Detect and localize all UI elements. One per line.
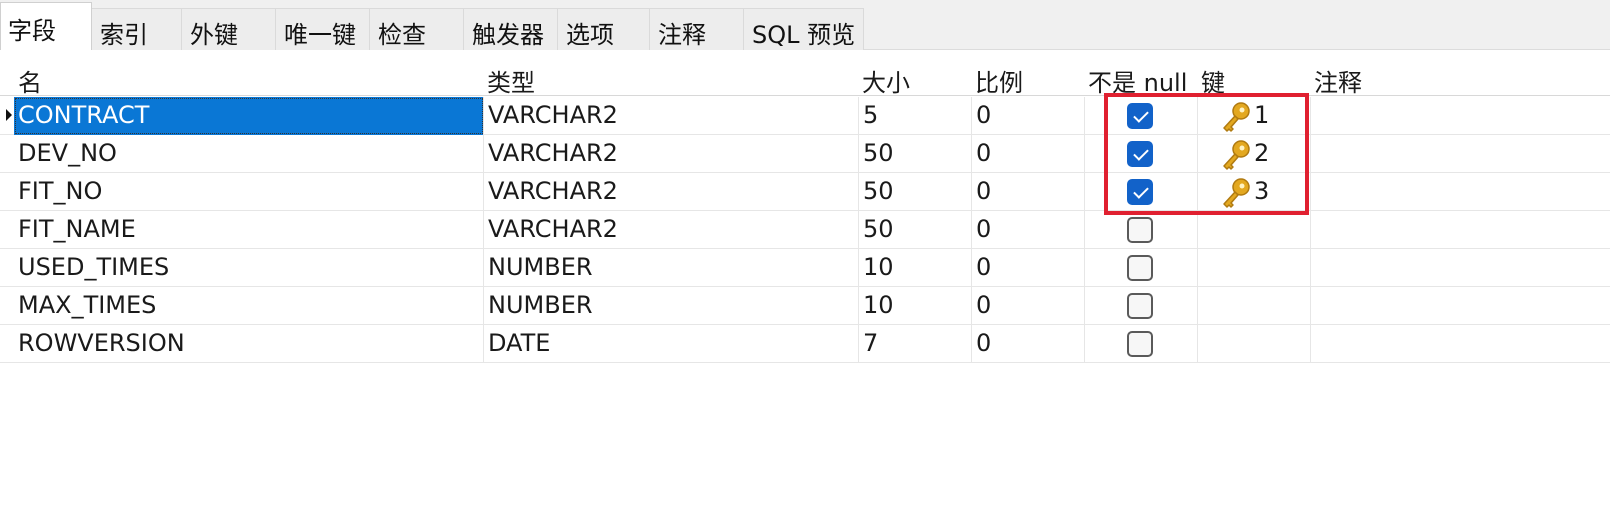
cell-comment[interactable] [1311, 325, 1610, 363]
cell-not-null [1085, 325, 1198, 363]
key-order: 3 [1254, 177, 1270, 205]
tab-label: 索引 [100, 21, 148, 49]
cell-not-null [1085, 249, 1198, 287]
table-row[interactable]: ROWVERSION DATE 7 0 [0, 325, 1610, 363]
row-indicator-icon [6, 109, 12, 121]
cell-not-null [1085, 97, 1198, 135]
cell-scale[interactable]: 0 [972, 135, 1085, 173]
cell-type[interactable]: VARCHAR2 [484, 173, 859, 211]
tab-label: 外键 [190, 21, 238, 49]
column-header-comment[interactable]: 注释 [1310, 60, 1362, 97]
cell-key[interactable] [1198, 249, 1311, 287]
cell-not-null [1085, 287, 1198, 325]
tab-triggers[interactable]: 触发器 [464, 8, 558, 50]
tab-sql-preview[interactable]: SQL 预览 [744, 8, 864, 50]
not-null-checkbox[interactable] [1127, 179, 1153, 205]
key-order: 2 [1254, 139, 1270, 167]
tab-comments[interactable]: 注释 [650, 8, 744, 50]
column-header-scale[interactable]: 比例 [971, 60, 1023, 97]
tab-indexes[interactable]: 索引 [92, 8, 182, 50]
cell-size[interactable]: 10 [859, 287, 972, 325]
cell-type[interactable]: VARCHAR2 [484, 211, 859, 249]
not-null-checkbox[interactable] [1127, 141, 1153, 167]
not-null-checkbox[interactable] [1127, 103, 1153, 129]
tab-label: SQL 预览 [752, 21, 856, 49]
table-row[interactable]: CONTRACT VARCHAR2 5 0 1 [0, 97, 1610, 135]
cell-scale[interactable]: 0 [972, 211, 1085, 249]
cell-scale[interactable]: 0 [972, 287, 1085, 325]
cell-key[interactable] [1198, 211, 1311, 249]
cell-comment[interactable] [1311, 287, 1610, 325]
key-order: 1 [1254, 101, 1270, 129]
key-icon [1220, 101, 1252, 133]
grid-header: 名 类型 大小 比例 不是 null 键 注释 [0, 60, 1610, 97]
column-header-type[interactable]: 类型 [483, 60, 535, 97]
cell-scale[interactable]: 0 [972, 97, 1085, 135]
cell-comment[interactable] [1311, 173, 1610, 211]
tab-unique-keys[interactable]: 唯一键 [276, 8, 370, 50]
tab-checks[interactable]: 检查 [370, 8, 464, 50]
cell-name[interactable]: MAX_TIMES [14, 287, 484, 325]
cell-comment[interactable] [1311, 97, 1610, 135]
table-row[interactable]: FIT_NO VARCHAR2 50 0 3 [0, 173, 1610, 211]
not-null-checkbox[interactable] [1127, 255, 1153, 281]
cell-name[interactable]: USED_TIMES [14, 249, 484, 287]
cell-scale[interactable]: 0 [972, 173, 1085, 211]
key-icon [1220, 139, 1252, 171]
key-icon [1220, 177, 1252, 209]
column-header-name[interactable]: 名 [14, 60, 42, 97]
column-header-size[interactable]: 大小 [858, 60, 910, 97]
tab-foreign-keys[interactable]: 外键 [182, 8, 276, 50]
table-row[interactable]: FIT_NAME VARCHAR2 50 0 [0, 211, 1610, 249]
tab-label: 触发器 [472, 21, 544, 49]
cell-type[interactable]: NUMBER [484, 287, 859, 325]
table-row[interactable]: DEV_NO VARCHAR2 50 0 2 [0, 135, 1610, 173]
tab-label: 选项 [566, 21, 614, 49]
cell-name[interactable]: CONTRACT [14, 97, 484, 135]
cell-not-null [1085, 173, 1198, 211]
cell-comment[interactable] [1311, 249, 1610, 287]
cell-comment[interactable] [1311, 211, 1610, 249]
not-null-checkbox[interactable] [1127, 217, 1153, 243]
table-row[interactable]: MAX_TIMES NUMBER 10 0 [0, 287, 1610, 325]
cell-name[interactable]: ROWVERSION [14, 325, 484, 363]
cell-key[interactable]: 1 [1198, 97, 1311, 135]
cell-key[interactable]: 2 [1198, 135, 1311, 173]
cell-scale[interactable]: 0 [972, 249, 1085, 287]
tab-options[interactable]: 选项 [558, 8, 650, 50]
cell-type[interactable]: NUMBER [484, 249, 859, 287]
not-null-checkbox[interactable] [1127, 331, 1153, 357]
cell-size[interactable]: 50 [859, 135, 972, 173]
tab-label: 检查 [378, 21, 426, 49]
table-row[interactable]: USED_TIMES NUMBER 10 0 [0, 249, 1610, 287]
cell-type[interactable]: VARCHAR2 [484, 97, 859, 135]
cell-size[interactable]: 10 [859, 249, 972, 287]
cell-not-null [1085, 211, 1198, 249]
tab-label: 唯一键 [284, 21, 356, 49]
tab-fields[interactable]: 字段 [0, 2, 92, 50]
cell-key[interactable] [1198, 287, 1311, 325]
tab-label: 字段 [8, 17, 56, 45]
cell-key[interactable]: 3 [1198, 173, 1311, 211]
not-null-checkbox[interactable] [1127, 293, 1153, 319]
cell-size[interactable]: 50 [859, 173, 972, 211]
tab-label: 注释 [658, 21, 706, 49]
cell-name[interactable]: FIT_NO [14, 173, 484, 211]
cell-name[interactable]: FIT_NAME [14, 211, 484, 249]
cell-size[interactable]: 50 [859, 211, 972, 249]
cell-comment[interactable] [1311, 135, 1610, 173]
cell-size[interactable]: 7 [859, 325, 972, 363]
cell-name[interactable]: DEV_NO [14, 135, 484, 173]
column-header-key[interactable]: 键 [1197, 60, 1225, 97]
cell-type[interactable]: DATE [484, 325, 859, 363]
column-header-not-null[interactable]: 不是 null [1084, 60, 1187, 97]
tab-bar: 字段 索引 外键 唯一键 检查 触发器 选项 注释 SQL 预览 [0, 0, 1610, 50]
cell-size[interactable]: 5 [859, 97, 972, 135]
cell-key[interactable] [1198, 325, 1311, 363]
cell-not-null [1085, 135, 1198, 173]
cell-scale[interactable]: 0 [972, 325, 1085, 363]
cell-type[interactable]: VARCHAR2 [484, 135, 859, 173]
